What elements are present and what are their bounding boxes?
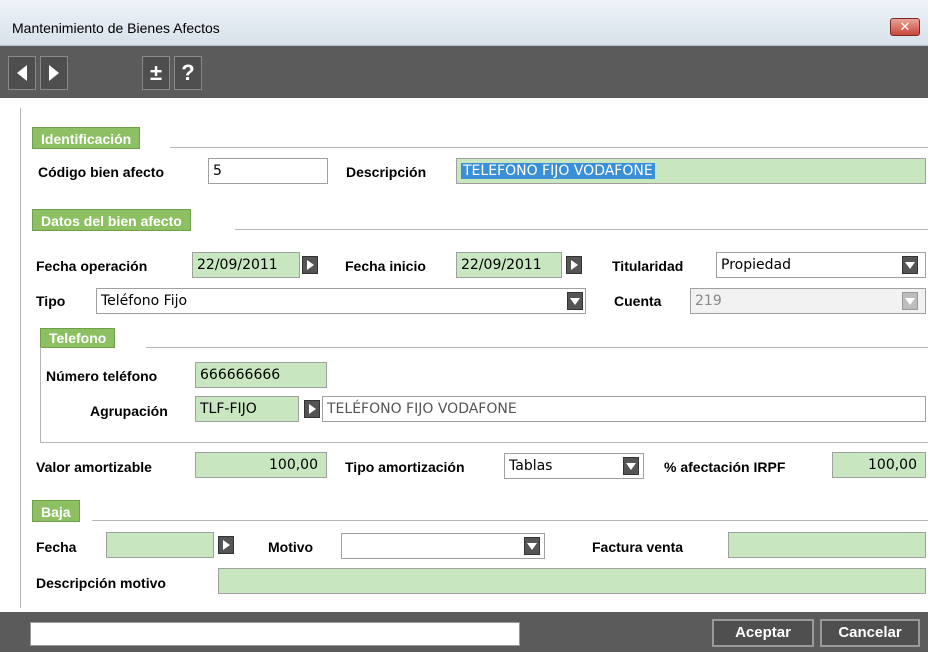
factura-venta-label: Factura venta <box>592 539 684 555</box>
previous-button[interactable] <box>8 56 36 90</box>
section-divider <box>235 229 928 230</box>
motivo-dropdown-button[interactable] <box>524 537 540 555</box>
section-identificacion-tab: Identificación <box>32 127 141 149</box>
tipo-amortizacion-dropdown-button[interactable] <box>623 457 639 475</box>
baja-fecha-label: Fecha <box>36 539 77 555</box>
chevron-down-icon <box>905 261 915 269</box>
arrow-right-icon <box>49 65 59 81</box>
section-telefono-tab: Telefono <box>40 328 116 348</box>
section-datos-tab: Datos del bien afecto <box>32 209 191 231</box>
tipo-amortizacion-value: Tablas <box>509 458 553 474</box>
tipo-label: Tipo <box>36 293 66 309</box>
tipo-dropdown-button[interactable] <box>567 292 583 310</box>
section-baja-tab: Baja <box>32 500 80 522</box>
agrupacion-description-field: TELÉFONO FIJO VODAFONE <box>322 396 926 422</box>
tipo-value: Teléfono Fijo <box>101 293 188 309</box>
fecha-inicio-label: Fecha inicio <box>345 258 426 274</box>
arrow-right-icon <box>570 260 578 270</box>
section-divider <box>170 147 928 148</box>
cuenta-value: 219 <box>695 293 722 309</box>
agrupacion-label: Agrupación <box>90 403 168 419</box>
descripcion-label: Descripción <box>346 164 427 180</box>
toolbar-separator <box>80 56 102 90</box>
valor-amortizable-label: Valor amortizable <box>36 459 152 475</box>
plus-minus-icon: ± <box>149 60 163 85</box>
codigo-field[interactable]: 5 <box>208 158 328 184</box>
arrow-right-icon <box>222 540 230 550</box>
titularidad-dropdown-button[interactable] <box>902 256 918 274</box>
fecha-inicio-field[interactable]: 22/09/2011 <box>456 252 562 278</box>
descripcion-motivo-label: Descripción motivo <box>36 575 166 591</box>
fecha-inicio-picker-button[interactable] <box>566 256 582 274</box>
cancelar-button[interactable]: Cancelar <box>820 619 920 647</box>
motivo-select[interactable] <box>341 533 545 559</box>
descripcion-value: TELEFONO FIJO VODAFONE <box>461 163 655 179</box>
help-button[interactable]: ? <box>174 56 202 90</box>
telefono-frame <box>40 347 928 443</box>
arrow-right-icon <box>306 260 314 270</box>
window-title: Mantenimiento de Bienes Afectos <box>12 20 220 36</box>
valor-amortizable-field[interactable]: 100,00 <box>195 452 327 478</box>
section-divider <box>92 520 928 521</box>
arrow-right-icon <box>308 404 316 414</box>
titularidad-label: Titularidad <box>612 258 684 274</box>
plus-minus-button[interactable]: ± <box>142 56 170 90</box>
codigo-label: Código bien afecto <box>38 164 164 180</box>
window-titlebar: Mantenimiento de Bienes Afectos ✕ <box>0 0 928 46</box>
baja-fecha-picker-button[interactable] <box>218 536 234 554</box>
fecha-operacion-label: Fecha operación <box>36 258 148 274</box>
agrupacion-lookup-button[interactable] <box>304 400 320 418</box>
numero-telefono-field[interactable]: 666666666 <box>195 362 327 388</box>
cuenta-label: Cuenta <box>614 293 662 309</box>
numero-telefono-label: Número teléfono <box>46 368 158 384</box>
aceptar-button[interactable]: Aceptar <box>712 619 814 647</box>
cuenta-dropdown-button[interactable] <box>902 292 918 310</box>
agrupacion-code-field[interactable]: TLF-FIJO <box>195 396 299 422</box>
chevron-down-icon <box>570 297 580 305</box>
help-icon: ? <box>181 60 195 85</box>
fecha-operacion-field[interactable]: 22/09/2011 <box>192 252 300 278</box>
factura-venta-field[interactable] <box>728 532 926 558</box>
cuenta-select[interactable]: 219 <box>690 288 926 314</box>
status-message-field <box>30 622 520 646</box>
baja-fecha-field[interactable] <box>106 532 214 558</box>
close-icon: ✕ <box>899 19 911 34</box>
descripcion-motivo-field[interactable] <box>218 568 926 594</box>
fecha-operacion-picker-button[interactable] <box>302 256 318 274</box>
tipo-amortizacion-label: Tipo amortización <box>345 459 465 475</box>
toolbar <box>0 46 928 98</box>
afectacion-irpf-field[interactable]: 100,00 <box>832 452 926 478</box>
titularidad-value: Propiedad <box>721 257 791 273</box>
titularidad-select[interactable]: Propiedad <box>716 252 926 278</box>
chevron-down-icon <box>905 297 915 305</box>
tipo-select[interactable]: Teléfono Fijo <box>96 288 586 314</box>
chevron-down-icon <box>626 462 636 470</box>
descripcion-field[interactable]: TELEFONO FIJO VODAFONE <box>456 158 926 184</box>
arrow-left-icon <box>17 65 27 81</box>
next-button[interactable] <box>40 56 68 90</box>
motivo-label: Motivo <box>268 539 314 555</box>
close-button[interactable]: ✕ <box>890 18 920 36</box>
afectacion-irpf-label: % afectación IRPF <box>664 459 786 475</box>
chevron-down-icon <box>527 542 537 550</box>
